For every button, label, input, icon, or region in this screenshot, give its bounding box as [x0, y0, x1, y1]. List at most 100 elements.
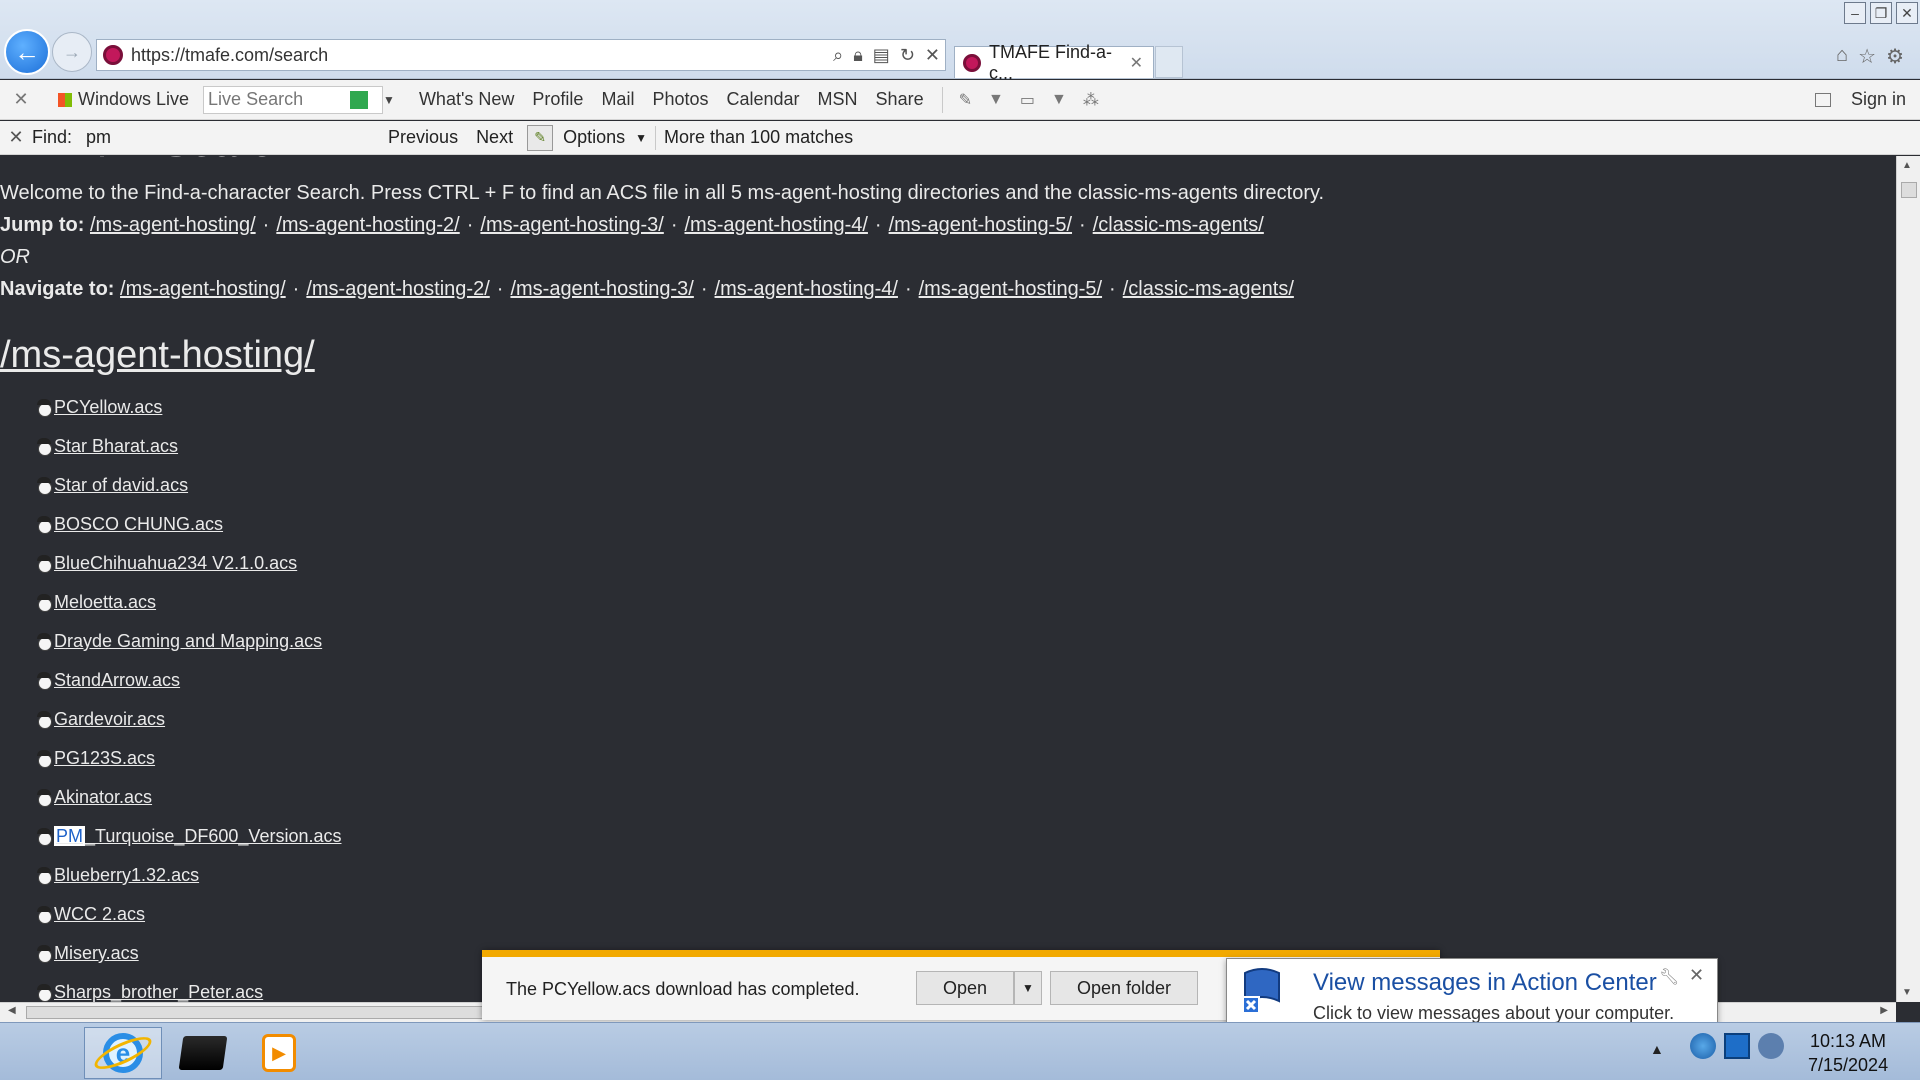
find-close-icon[interactable]: ✕: [0, 127, 32, 148]
contacts-icon[interactable]: ⁂: [1083, 90, 1099, 110]
action-center-close-icon[interactable]: ✕: [1689, 965, 1704, 986]
show-hidden-icons-icon[interactable]: ▲: [1650, 1041, 1664, 1057]
separator-dot: ·: [262, 214, 270, 236]
find-options-button[interactable]: Options: [563, 127, 625, 148]
vertical-scroll-thumb[interactable]: [1901, 182, 1917, 198]
file-list-item: Blueberry1.32.acs: [36, 856, 341, 895]
network-icon[interactable]: [1724, 1033, 1750, 1059]
toolbar-link-share[interactable]: Share: [876, 89, 924, 110]
nav-link-ms-agent-hosting-3[interactable]: /ms-agent-hosting-3/: [510, 278, 693, 300]
tab-tmafe[interactable]: TMAFE Find-a-c... ✕: [954, 42, 1154, 83]
jump-link-ms-agent-hosting-3[interactable]: /ms-agent-hosting-3/: [480, 214, 663, 236]
file-link[interactable]: PM _Turquoise_DF600_Version.acs: [54, 826, 341, 847]
toolbar-close-icon[interactable]: ✕: [0, 89, 42, 110]
address-bar[interactable]: https://tmafe.com/search ⌕ 🔒︎ ▤ ↻ ✕: [96, 39, 946, 71]
blog-dropdown-icon[interactable]: ▼: [988, 91, 1004, 109]
file-explorer-taskbar-button[interactable]: [164, 1027, 242, 1079]
refresh-icon[interactable]: ↻: [900, 45, 915, 66]
file-link[interactable]: BlueChihuahua234 V2.1.0.acs: [54, 553, 297, 574]
volume-icon[interactable]: [1758, 1033, 1784, 1059]
open-button[interactable]: Open: [916, 971, 1014, 1005]
nav-link-ms-agent-hosting[interactable]: /ms-agent-hosting/: [120, 278, 286, 300]
jump-link-ms-agent-hosting-2[interactable]: /ms-agent-hosting-2/: [276, 214, 459, 236]
toolbar-link-calendar[interactable]: Calendar: [727, 89, 800, 110]
scroll-down-icon[interactable]: ▼: [1902, 987, 1912, 998]
stop-icon[interactable]: ✕: [925, 45, 940, 66]
section-title[interactable]: /ms-agent-hosting/: [0, 334, 315, 377]
gear-icon[interactable]: ⚙: [1886, 44, 1904, 69]
forward-button[interactable]: →: [52, 32, 92, 72]
open-folder-button[interactable]: Open folder: [1050, 971, 1198, 1005]
open-dropdown-icon[interactable]: ▼: [1014, 971, 1042, 1005]
file-link[interactable]: Akinator.acs: [54, 787, 152, 808]
toolbar-link-whats-new[interactable]: What's New: [419, 89, 514, 110]
file-link[interactable]: BOSCO CHUNG.acs: [54, 514, 223, 535]
search-icon[interactable]: ⌕: [833, 45, 843, 66]
file-link[interactable]: Sharps_brother_Peter.acs: [54, 982, 263, 1002]
highlight-pen-icon[interactable]: ✎: [527, 124, 554, 151]
nav-link-ms-agent-hosting-4[interactable]: /ms-agent-hosting-4/: [715, 278, 898, 300]
clock-date[interactable]: 7/15/2024: [1808, 1055, 1888, 1076]
nav-link-classic-ms-agents[interactable]: /classic-ms-agents/: [1123, 278, 1294, 300]
compat-icon[interactable]: ▤: [873, 45, 890, 66]
home-icon[interactable]: ⌂: [1836, 44, 1848, 69]
wrench-icon[interactable]: 🔧︎: [1659, 967, 1679, 987]
close-window-button[interactable]: ✕: [1896, 2, 1918, 24]
file-link[interactable]: PCYellow.acs: [54, 397, 162, 418]
vertical-scrollbar[interactable]: ▲ ▼: [1896, 156, 1920, 1002]
back-button[interactable]: ←: [4, 29, 50, 75]
jump-to-label: Jump to:: [0, 214, 85, 236]
search-dropdown-icon[interactable]: ▼: [383, 93, 395, 107]
file-link[interactable]: Star Bharat.acs: [54, 436, 178, 457]
restore-button[interactable]: ❐: [1870, 2, 1892, 24]
file-link[interactable]: Meloetta.acs: [54, 592, 156, 613]
jump-link-classic-ms-agents[interactable]: /classic-ms-agents/: [1093, 214, 1264, 236]
find-next-button[interactable]: Next: [476, 127, 513, 148]
file-link[interactable]: StandArrow.acs: [54, 670, 180, 691]
internet-explorer-taskbar-button[interactable]: e: [84, 1027, 162, 1079]
minimize-button[interactable]: –: [1844, 2, 1866, 24]
action-center-tray-icon[interactable]: [1690, 1033, 1716, 1059]
horizontal-scroll-thumb[interactable]: [26, 1006, 546, 1019]
scroll-up-icon[interactable]: ▲: [1902, 160, 1912, 171]
messenger-dropdown-icon[interactable]: ▼: [1051, 91, 1067, 109]
file-link[interactable]: Drayde Gaming and Mapping.acs: [54, 631, 322, 652]
favorites-icon[interactable]: ☆: [1858, 44, 1876, 69]
clock-time[interactable]: 10:13 AM: [1810, 1031, 1886, 1052]
toolbar-link-msn[interactable]: MSN: [818, 89, 858, 110]
file-link[interactable]: Gardevoir.acs: [54, 709, 165, 730]
nav-link-ms-agent-hosting-2[interactable]: /ms-agent-hosting-2/: [306, 278, 489, 300]
sign-in-button[interactable]: Sign in: [1814, 89, 1906, 110]
toolbar-link-photos[interactable]: Photos: [652, 89, 708, 110]
jump-link-ms-agent-hosting[interactable]: /ms-agent-hosting/: [90, 214, 256, 236]
jump-link-ms-agent-hosting-5[interactable]: /ms-agent-hosting-5/: [889, 214, 1072, 236]
file-link[interactable]: Blueberry1.32.acs: [54, 865, 199, 886]
find-input[interactable]: pm: [86, 127, 386, 148]
new-tab-button[interactable]: [1155, 46, 1183, 78]
live-search-input[interactable]: Live Search: [203, 85, 384, 114]
blog-icon[interactable]: ✎: [959, 90, 972, 110]
file-link[interactable]: Star of david.acs: [54, 475, 188, 496]
file-link[interactable]: WCC 2.acs: [54, 904, 145, 925]
file-link[interactable]: PG123S.acs: [54, 748, 155, 769]
jump-link-ms-agent-hosting-4[interactable]: /ms-agent-hosting-4/: [685, 214, 868, 236]
lock-icon[interactable]: 🔒︎: [853, 45, 863, 66]
toolbar-link-mail[interactable]: Mail: [601, 89, 634, 110]
nav-link-ms-agent-hosting-5[interactable]: /ms-agent-hosting-5/: [919, 278, 1102, 300]
url-text[interactable]: https://tmafe.com/search: [131, 45, 828, 66]
file-link[interactable]: Misery.acs: [54, 943, 139, 964]
action-center-balloon[interactable]: View messages in Action Center Click to …: [1226, 958, 1718, 1032]
search-go-icon[interactable]: [350, 90, 369, 109]
separator-dot: ·: [670, 214, 678, 236]
toolbar-link-profile[interactable]: Profile: [532, 89, 583, 110]
options-dropdown-icon[interactable]: ▼: [635, 131, 647, 145]
windows-live-button[interactable]: Windows Live: [58, 89, 189, 110]
media-player-taskbar-button[interactable]: ▶: [240, 1027, 318, 1079]
action-center-title[interactable]: View messages in Action Center: [1313, 969, 1657, 997]
browser-right-icons: ⌂ ☆ ⚙: [1836, 44, 1904, 69]
tab-close-icon[interactable]: ✕: [1130, 53, 1143, 73]
messenger-icon[interactable]: ▭: [1020, 90, 1035, 110]
find-previous-button[interactable]: Previous: [388, 127, 458, 148]
scroll-right-icon[interactable]: ▶: [1880, 1005, 1888, 1016]
scroll-left-icon[interactable]: ◀: [8, 1005, 16, 1016]
